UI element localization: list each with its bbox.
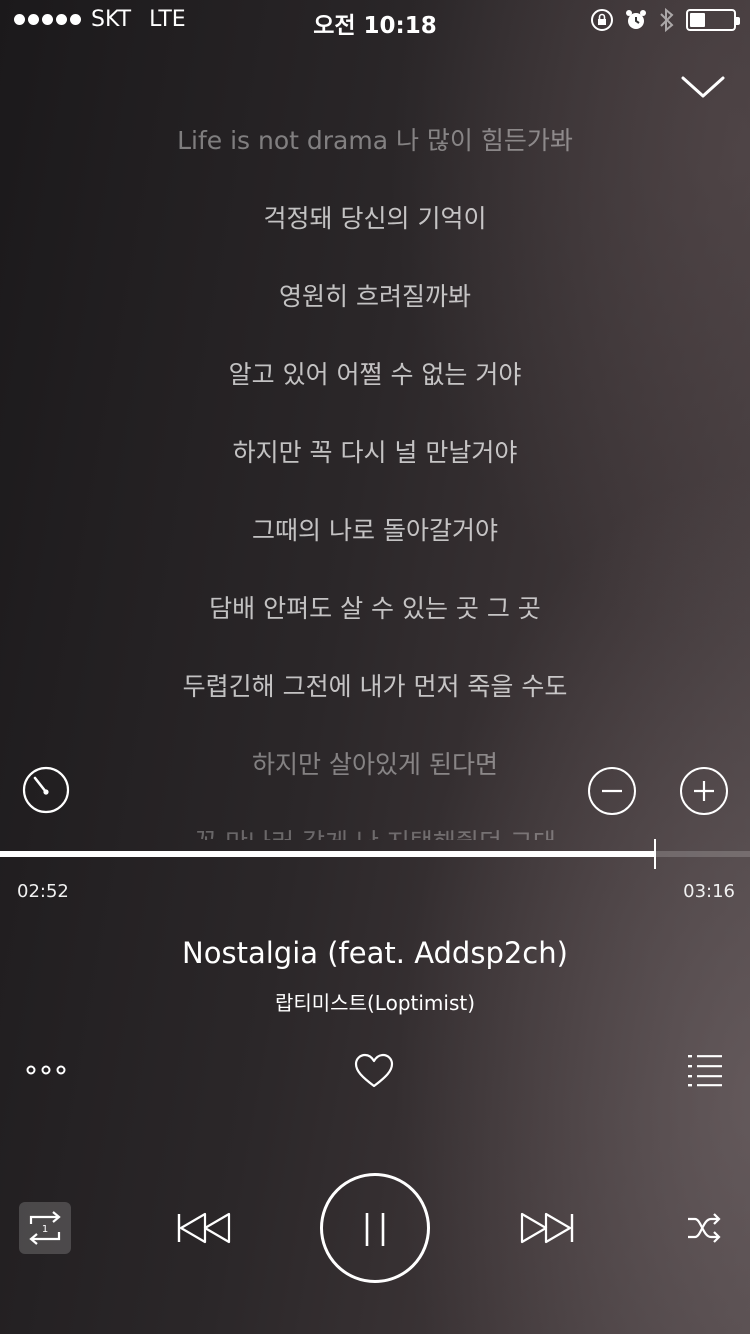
lyric-line: 담배 안펴도 살 수 있는 곳 그 곳 bbox=[209, 594, 541, 623]
playlist-icon[interactable] bbox=[687, 1053, 723, 1087]
previous-icon[interactable] bbox=[176, 1211, 232, 1245]
shuffle-icon[interactable] bbox=[686, 1212, 722, 1244]
next-icon[interactable] bbox=[519, 1211, 575, 1245]
font-increase-button[interactable] bbox=[680, 767, 728, 815]
lyric-line: Life is not drama 나 많이 힘든가봐 bbox=[177, 126, 573, 155]
lyric-line: 꼭 만나러 갈게 난 지탱해줬던 그대 bbox=[0, 823, 750, 840]
lyrics-panel[interactable]: Life is not drama 나 많이 힘든가봐 걱정돼 당신의 기억이 … bbox=[0, 110, 750, 840]
song-title: Nostalgia (feat. Addsp2ch) bbox=[182, 936, 568, 970]
lyric-line: 알고 있어 어쩔 수 없는 거야 bbox=[228, 360, 522, 389]
repeat-one-icon: 1 bbox=[29, 1211, 61, 1245]
lyric-line: 하지만 꼭 다시 널 만날거야 bbox=[232, 438, 518, 467]
progress-bar[interactable] bbox=[0, 839, 750, 869]
artist-name[interactable]: 랍티미스트(Loptimist) bbox=[0, 987, 750, 1016]
progress-fill bbox=[0, 851, 655, 857]
rotation-lock-icon bbox=[591, 9, 613, 31]
heart-icon[interactable] bbox=[354, 1053, 394, 1089]
repeat-button[interactable]: 1 bbox=[19, 1202, 71, 1254]
minus-icon bbox=[602, 789, 622, 793]
pause-button[interactable] bbox=[320, 1173, 430, 1283]
chevron-down-icon[interactable] bbox=[680, 70, 726, 104]
more-dots-icon[interactable] bbox=[26, 1062, 66, 1078]
timer-icon[interactable] bbox=[21, 765, 71, 815]
lyric-line: 영원히 흐려질까봐 bbox=[279, 282, 471, 311]
total-duration: 03:16 bbox=[683, 881, 735, 902]
font-decrease-button[interactable] bbox=[588, 767, 636, 815]
lyric-line: 하지만 살아있게 된다면 bbox=[252, 750, 498, 779]
bluetooth-icon bbox=[660, 7, 674, 33]
lyric-line: 그때의 나로 돌아갈거야 bbox=[252, 516, 498, 545]
elapsed-time: 02:52 bbox=[17, 881, 69, 902]
lyric-line: 두렵긴해 그전에 내가 먼저 죽을 수도 bbox=[182, 672, 568, 701]
status-bar: SKT LTE 오전 10:18 bbox=[0, 0, 750, 40]
battery-icon bbox=[686, 9, 740, 31]
progress-handle[interactable] bbox=[653, 839, 656, 869]
alarm-icon bbox=[626, 10, 646, 29]
plus-icon bbox=[694, 781, 714, 801]
lyric-line: 걱정돼 당신의 기억이 bbox=[263, 204, 487, 233]
repeat-count: 1 bbox=[42, 1224, 48, 1235]
pause-icon bbox=[365, 1213, 385, 1246]
